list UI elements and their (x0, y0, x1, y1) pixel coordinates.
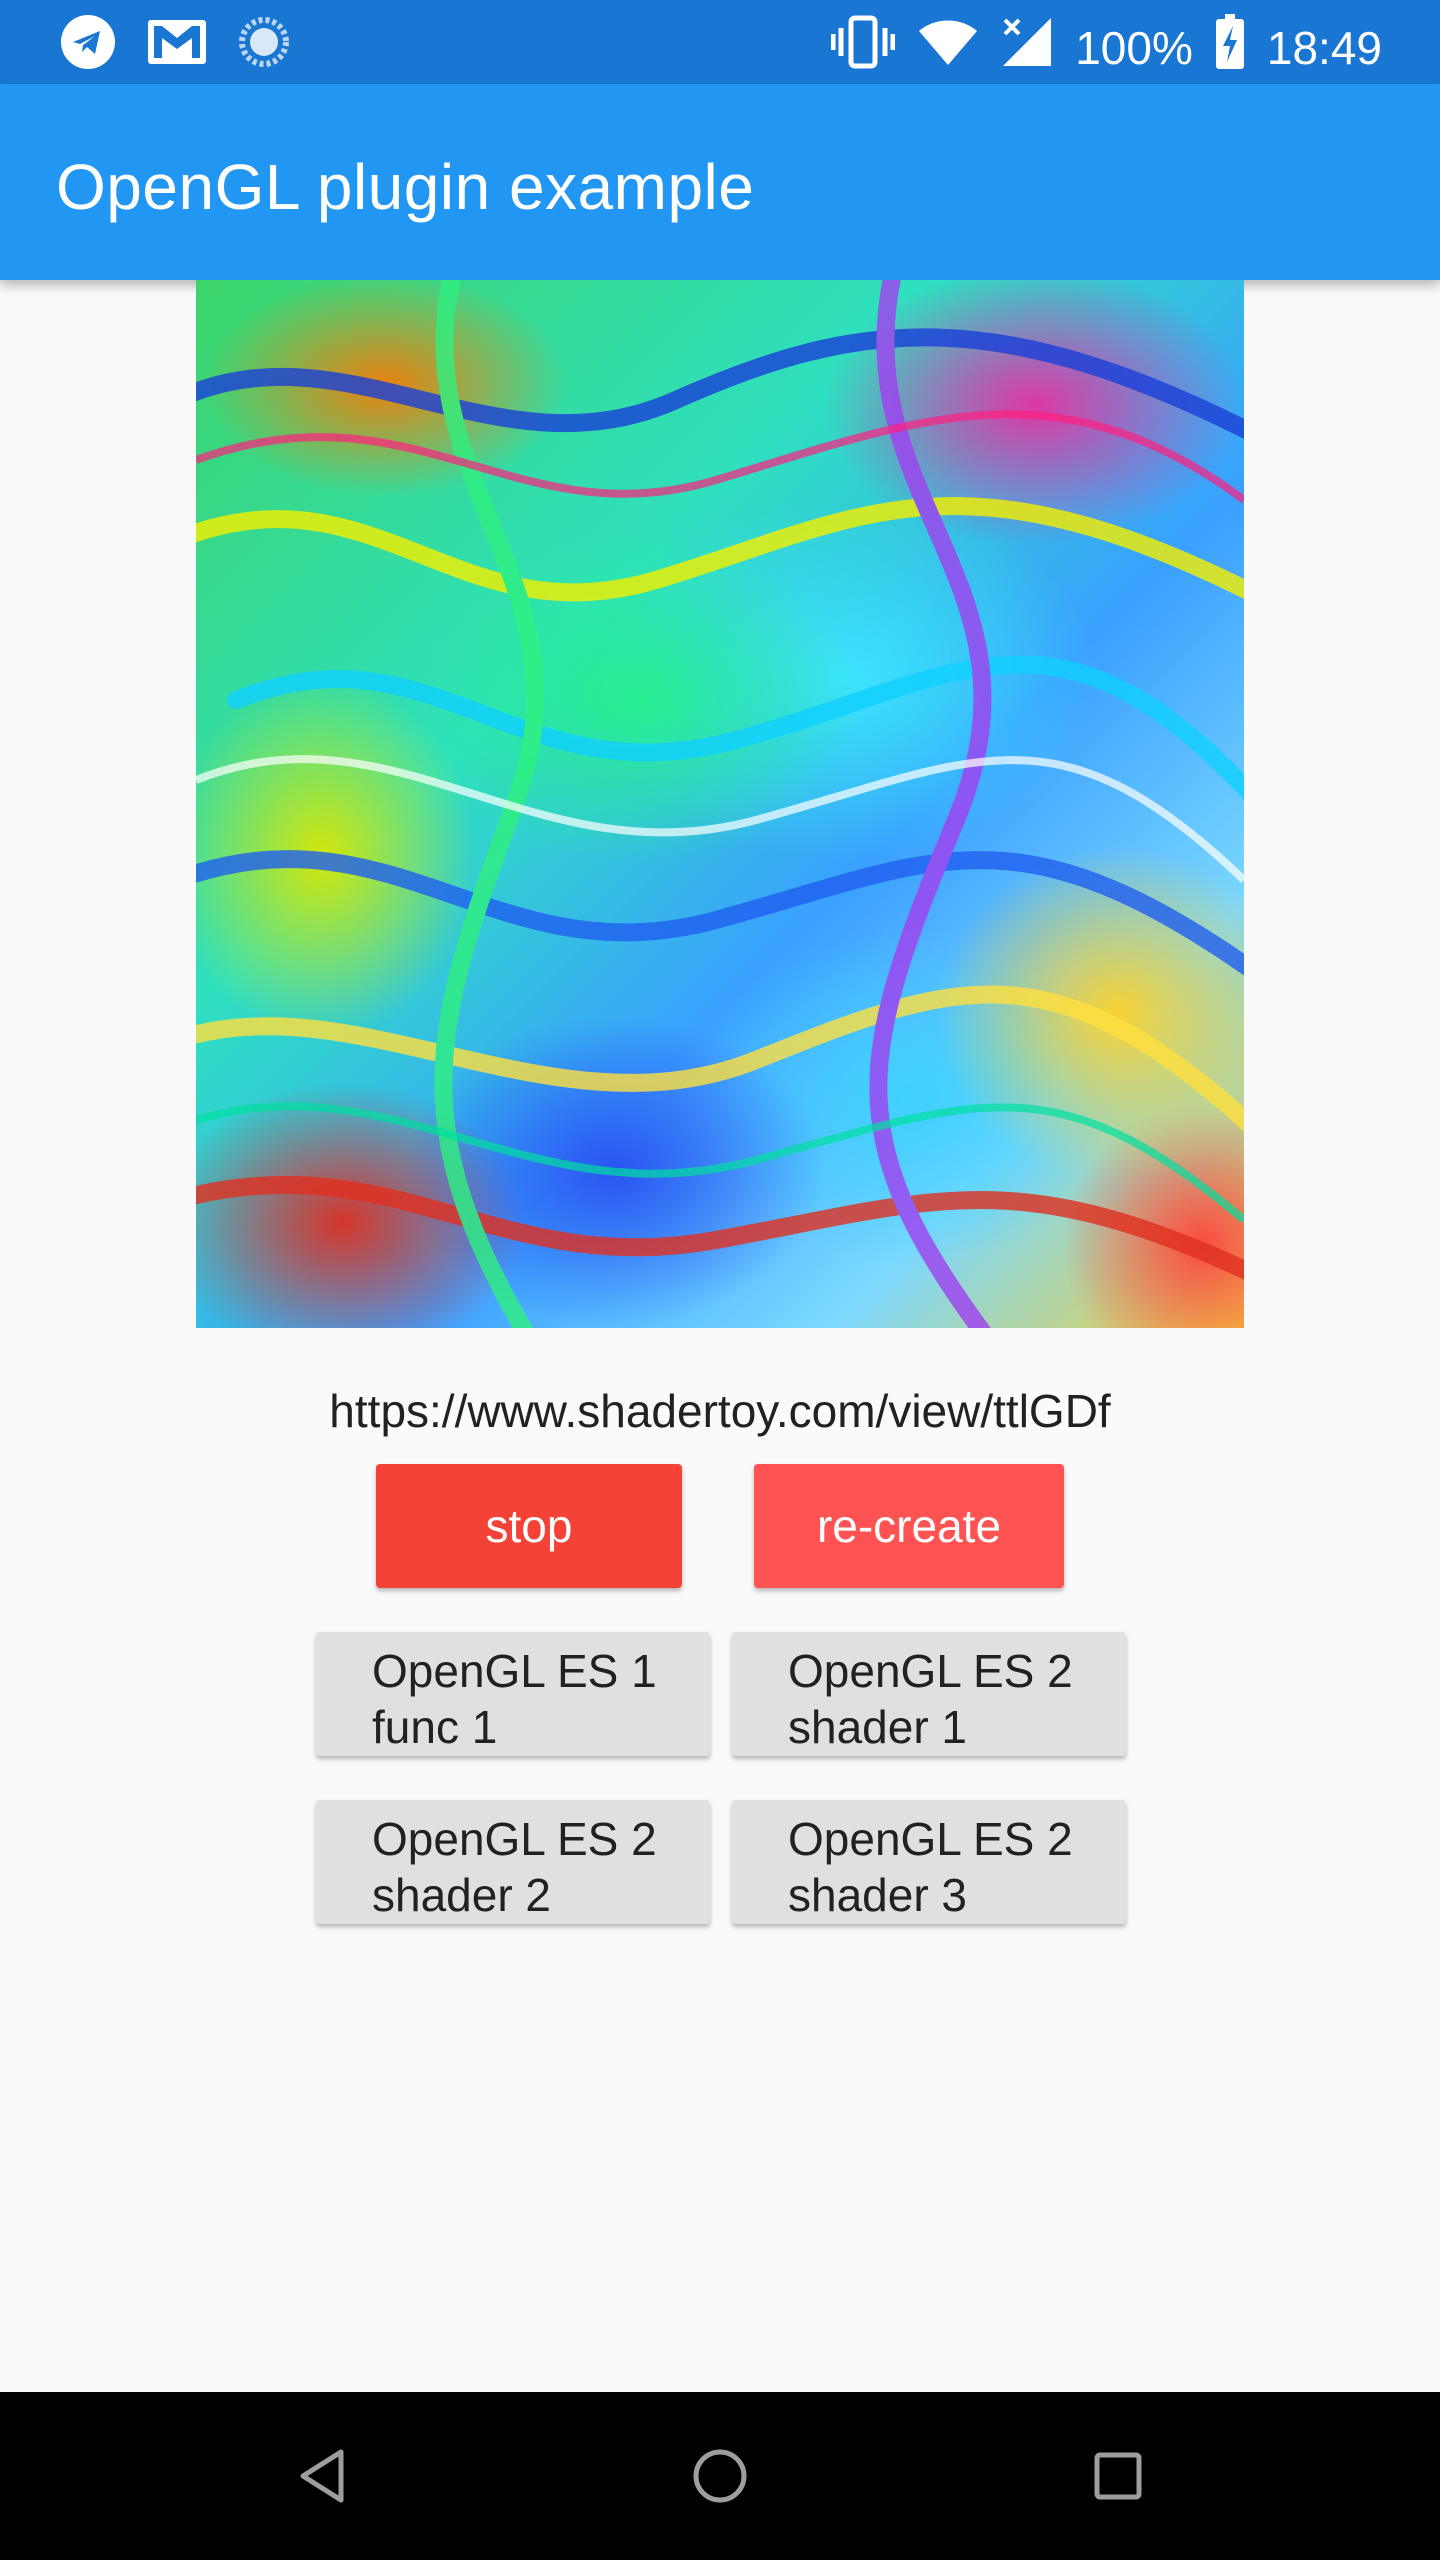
opengl-es1-func1-button[interactable]: OpenGL ES 1 func 1 (316, 1632, 710, 1756)
sync-icon (238, 16, 290, 73)
status-bar: 100% 18:49 (0, 0, 1440, 84)
back-icon[interactable] (282, 2436, 362, 2516)
shader-swirl-pattern (196, 280, 1244, 1328)
clock: 18:49 (1266, 21, 1382, 74)
telegram-icon (60, 14, 116, 75)
gmail-icon (146, 16, 208, 73)
opengl-es2-shader3-button[interactable]: OpenGL ES 2 shader 3 (732, 1800, 1126, 1924)
vibrate-icon (830, 14, 896, 81)
recreate-button[interactable]: re-create (754, 1464, 1064, 1588)
button-label-line1: OpenGL ES 2 (788, 1813, 1073, 1865)
opengl-render-view[interactable] (196, 280, 1244, 1328)
button-label-line2: shader 1 (788, 1701, 968, 1753)
stop-button[interactable]: stop (376, 1464, 682, 1588)
button-label-line2: shader 2 (372, 1869, 552, 1921)
button-label-line1: OpenGL ES 2 (372, 1813, 657, 1865)
page-title: OpenGL plugin example (56, 151, 755, 223)
signal-icon (1001, 16, 1053, 79)
button-label-line2: func 1 (372, 1701, 498, 1753)
opengl-es2-shader1-button[interactable]: OpenGL ES 2 shader 1 (732, 1632, 1126, 1756)
navigation-bar (0, 2392, 1440, 2560)
opengl-es2-shader2-button[interactable]: OpenGL ES 2 shader 2 (316, 1800, 710, 1924)
button-label-line1: OpenGL ES 2 (788, 1645, 1073, 1697)
recents-icon[interactable] (1078, 2436, 1158, 2516)
button-label-line1: OpenGL ES 1 (372, 1645, 657, 1697)
wifi-icon (917, 17, 979, 78)
battery-label: 100% (1075, 21, 1193, 74)
app-bar: OpenGL plugin example (0, 84, 1440, 280)
home-icon[interactable] (680, 2436, 760, 2516)
battery-charging-icon (1215, 14, 1245, 81)
button-label-line2: shader 3 (788, 1869, 968, 1921)
shader-url: https://www.shadertoy.com/view/ttlGDf (329, 1385, 1111, 1437)
